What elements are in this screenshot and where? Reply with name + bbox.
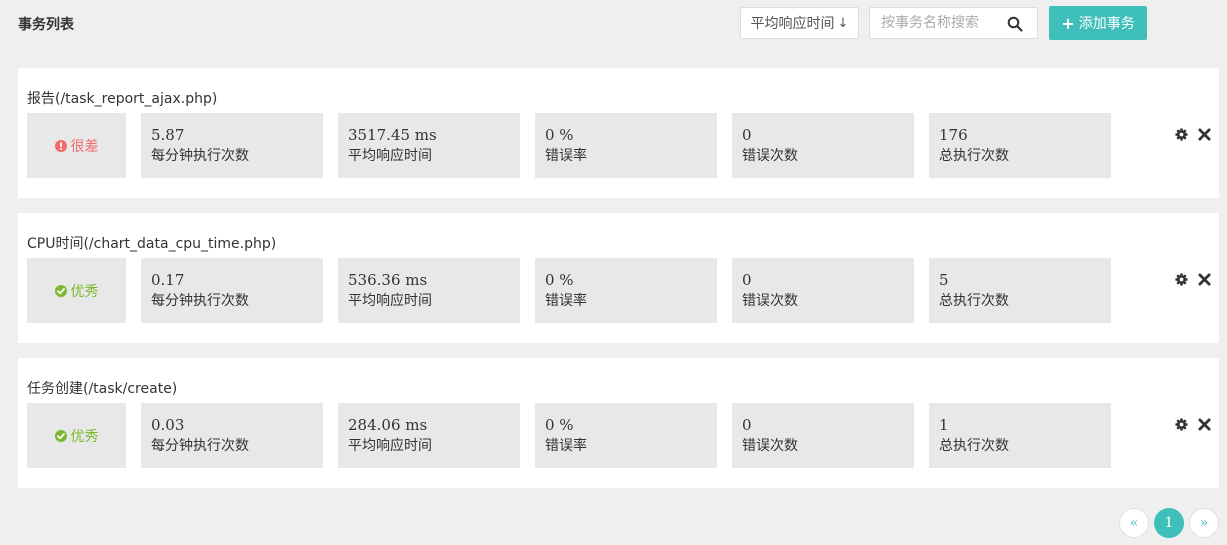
metric-value: 536.36 ms [348, 271, 428, 289]
metric-label: 错误次数 [742, 438, 798, 454]
metric-total-count: 176 总执行次数 [929, 113, 1111, 178]
metric-value: 284.06 ms [348, 416, 428, 434]
metric-label: 错误次数 [742, 293, 798, 309]
metric-error-rate: 0 % 错误率 [535, 113, 717, 178]
metric-label: 平均响应时间 [348, 438, 432, 454]
metric-total-count: 5 总执行次数 [929, 258, 1111, 323]
sort-button[interactable]: 平均响应时间 ↓ [740, 7, 859, 39]
metric-error-rate: 0 % 错误率 [535, 403, 717, 468]
status-label: 很差 [70, 138, 99, 155]
check-circle-icon [54, 284, 67, 297]
metric-label: 总执行次数 [939, 293, 1009, 309]
gear-icon[interactable] [1175, 418, 1188, 431]
metric-label: 错误次数 [742, 148, 798, 164]
metric-value: 0 % [545, 416, 574, 434]
close-icon[interactable] [1198, 418, 1211, 431]
metric-label: 错误率 [545, 148, 587, 164]
status-badge: 很差 [27, 113, 126, 178]
metric-label: 每分钟执行次数 [151, 293, 249, 309]
close-icon[interactable] [1198, 128, 1211, 141]
metric-error-rate: 0 % 错误率 [535, 258, 717, 323]
metric-rpm: 0.17 每分钟执行次数 [141, 258, 323, 323]
transaction-title: 报告(/task_report_ajax.php) [27, 91, 218, 107]
metric-value: 0 [742, 271, 752, 289]
metric-value: 1 [939, 416, 949, 434]
transaction-card: 任务创建(/task/create) 优秀 0.03 每分钟执行次数 284.0… [18, 358, 1219, 488]
plus-icon: + [1061, 13, 1075, 33]
sort-arrow-icon: ↓ [837, 15, 849, 31]
transaction-card: CPU时间(/chart_data_cpu_time.php) 优秀 0.17 … [18, 213, 1219, 343]
metric-value: 0.17 [151, 271, 185, 289]
pagination-next-button[interactable]: » [1189, 508, 1219, 538]
metric-avg-response: 284.06 ms 平均响应时间 [338, 403, 520, 468]
exclamation-circle-icon [54, 139, 67, 152]
metric-label: 错误率 [545, 293, 587, 309]
metric-value: 0 [742, 416, 752, 434]
metric-avg-response: 536.36 ms 平均响应时间 [338, 258, 520, 323]
status-label: 优秀 [70, 283, 99, 300]
metric-label: 每分钟执行次数 [151, 148, 249, 164]
metric-value: 176 [939, 126, 968, 144]
metric-rpm: 0.03 每分钟执行次数 [141, 403, 323, 468]
add-transaction-button[interactable]: + 添加事务 [1049, 6, 1147, 40]
sort-label: 平均响应时间 [750, 16, 835, 32]
metric-error-count: 0 错误次数 [732, 403, 914, 468]
metric-value: 5.87 [151, 126, 185, 144]
status-badge: 优秀 [27, 258, 126, 323]
metric-value: 5 [939, 271, 949, 289]
check-circle-icon [54, 429, 67, 442]
pagination-page-1[interactable]: 1 [1154, 508, 1184, 538]
metric-error-count: 0 错误次数 [732, 113, 914, 178]
metric-value: 3517.45 ms [348, 126, 437, 144]
status-label: 优秀 [70, 428, 99, 445]
metric-avg-response: 3517.45 ms 平均响应时间 [338, 113, 520, 178]
metric-label: 每分钟执行次数 [151, 438, 249, 454]
metric-label: 平均响应时间 [348, 293, 432, 309]
transaction-title: 任务创建(/task/create) [27, 381, 178, 397]
metric-rpm: 5.87 每分钟执行次数 [141, 113, 323, 178]
search-icon[interactable] [1007, 16, 1023, 32]
metric-label: 总执行次数 [939, 438, 1009, 454]
metric-value: 0 % [545, 126, 574, 144]
metric-label: 错误率 [545, 438, 587, 454]
metric-total-count: 1 总执行次数 [929, 403, 1111, 468]
gear-icon[interactable] [1175, 273, 1188, 286]
add-transaction-label: 添加事务 [1078, 16, 1135, 32]
status-badge: 优秀 [27, 403, 126, 468]
gear-icon[interactable] [1175, 128, 1188, 141]
pagination-prev-button[interactable]: « [1119, 508, 1149, 538]
transaction-title: CPU时间(/chart_data_cpu_time.php) [27, 236, 277, 252]
metric-value: 0 % [545, 271, 574, 289]
metric-label: 总执行次数 [939, 148, 1009, 164]
metric-value: 0.03 [151, 416, 185, 434]
search-box [869, 7, 1038, 39]
metric-error-count: 0 错误次数 [732, 258, 914, 323]
page-title: 事务列表 [18, 17, 74, 33]
transaction-card: 报告(/task_report_ajax.php) 很差 5.87 每分钟执行次… [18, 68, 1219, 198]
search-input[interactable] [881, 9, 1006, 37]
metric-label: 平均响应时间 [348, 148, 432, 164]
close-icon[interactable] [1198, 273, 1211, 286]
metric-value: 0 [742, 126, 752, 144]
